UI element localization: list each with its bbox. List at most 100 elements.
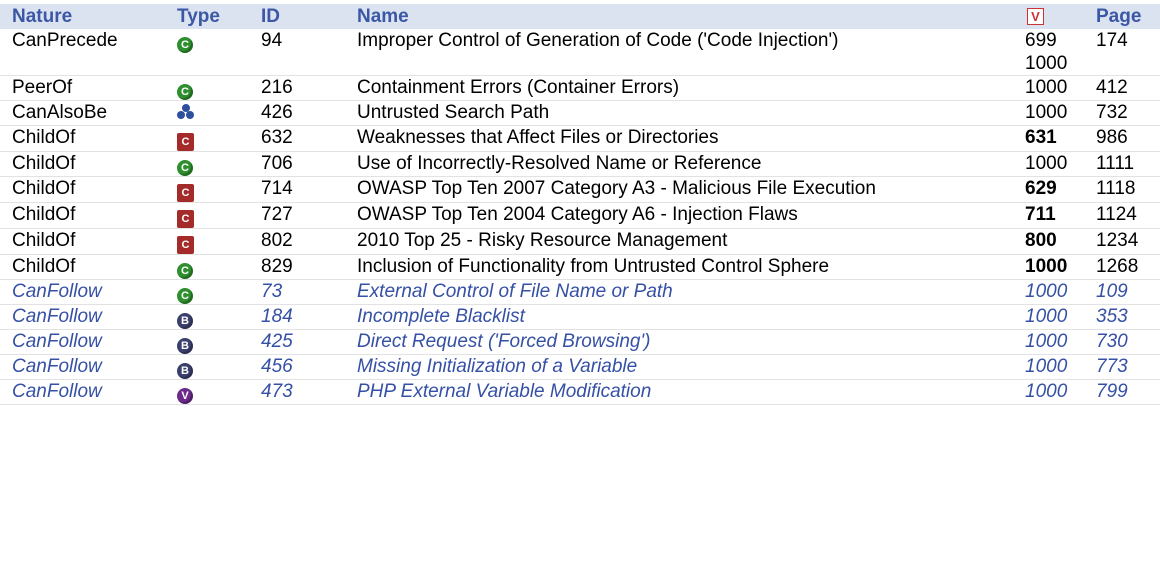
relationship-type: C — [165, 75, 249, 101]
relationship-type — [165, 100, 249, 126]
category-circle-icon: C — [177, 288, 193, 304]
cwe-id-link[interactable]: 706 — [249, 151, 345, 177]
cwe-id-link[interactable]: 184 — [249, 304, 345, 330]
cwe-id-link[interactable]: 802 — [249, 228, 345, 255]
cwe-id-link[interactable]: 425 — [249, 329, 345, 355]
view-id: 1000 — [1025, 153, 1068, 174]
view-ids: 1000 — [1013, 151, 1084, 177]
relationship-nature: ChildOf — [0, 202, 165, 229]
cwe-id-link[interactable]: 727 — [249, 202, 345, 229]
cwe-id-link[interactable]: 73 — [249, 279, 345, 305]
table-row: CanFollow B 184 Incomplete Blacklist 1000 353 — [0, 304, 1160, 330]
page-number: 174 — [1084, 29, 1160, 76]
view-id: 1000 — [1025, 256, 1068, 277]
view-ids: 800 — [1013, 228, 1084, 255]
page-number: 1124 — [1084, 202, 1160, 229]
cwe-id-link[interactable]: 456 — [249, 354, 345, 380]
page-number: 773 — [1084, 354, 1160, 380]
view-ids: 1000 — [1013, 254, 1084, 280]
base-circle-icon: B — [177, 363, 193, 379]
base-circle-icon: B — [177, 338, 193, 354]
view-ids: 1000 — [1013, 279, 1084, 305]
page-number: 799 — [1084, 379, 1160, 405]
header-page: Page — [1084, 4, 1160, 29]
table-row: CanFollow C 73 External Control of File Nam… — [0, 279, 1160, 305]
header-view: V — [1013, 4, 1084, 29]
view-id: 699 — [1025, 30, 1057, 51]
category-circle-icon: C — [177, 263, 193, 279]
view-icon: V — [1027, 8, 1044, 26]
header-nature: Nature — [0, 4, 165, 29]
view-ids: 1000 — [1013, 354, 1084, 380]
view-id: 1000 — [1025, 53, 1068, 74]
page-number: 1234 — [1084, 228, 1160, 255]
table-row: CanFollow B 456 Missing Initialization of a… — [0, 354, 1160, 380]
view-id: 711 — [1025, 204, 1056, 225]
relationship-nature: ChildOf — [0, 125, 165, 152]
view-id: 1000 — [1025, 331, 1068, 352]
cwe-id-link[interactable]: 714 — [249, 176, 345, 203]
cwe-name-link[interactable]: External Control of File Name or Path — [345, 279, 1013, 305]
header-type: Type — [165, 4, 249, 29]
cwe-name-link[interactable]: Containment Errors (Container Errors) — [345, 75, 1013, 101]
page-number: 986 — [1084, 125, 1160, 152]
view-id: 631 — [1025, 127, 1057, 148]
relationship-type: B — [165, 329, 249, 355]
table-row: ChildOf C 829 Inclusion of Functionality fr… — [0, 254, 1160, 280]
category-circle-icon: C — [177, 37, 193, 53]
compound-icon — [177, 104, 195, 120]
view-id: 1000 — [1025, 102, 1068, 123]
page-number: 109 — [1084, 279, 1160, 305]
cwe-name-link[interactable]: OWASP Top Ten 2004 Category A6 - Injecti… — [345, 202, 1013, 229]
table-row: PeerOf C 216 Containment Errors (Container … — [0, 75, 1160, 101]
relationship-nature: CanFollow — [0, 304, 165, 330]
cwe-id-link[interactable]: 473 — [249, 379, 345, 405]
relationships-table: Nature Type ID Name V Page CanPrecede C 94… — [0, 4, 1160, 405]
page-number: 732 — [1084, 100, 1160, 126]
cwe-name-link[interactable]: OWASP Top Ten 2007 Category A3 - Malicio… — [345, 176, 1013, 203]
cwe-name-link[interactable]: Direct Request ('Forced Browsing') — [345, 329, 1013, 355]
view-id: 1000 — [1025, 281, 1068, 302]
cwe-name-link[interactable]: Incomplete Blacklist — [345, 304, 1013, 330]
cwe-id-link[interactable]: 829 — [249, 254, 345, 280]
cwe-name-link[interactable]: Improper Control of Generation of Code (… — [345, 29, 1013, 76]
category-square-icon: C — [177, 210, 194, 228]
cwe-id-link[interactable]: 216 — [249, 75, 345, 101]
table-row: CanPrecede C 94 Improper Control of Generat… — [0, 29, 1160, 76]
cwe-name-link[interactable]: Weaknesses that Affect Files or Director… — [345, 125, 1013, 152]
relationship-type: C — [165, 279, 249, 305]
base-circle-icon: B — [177, 313, 193, 329]
cwe-id-link[interactable]: 426 — [249, 100, 345, 126]
relationship-type: C — [165, 228, 249, 255]
cwe-id-link[interactable]: 632 — [249, 125, 345, 152]
relationship-nature: ChildOf — [0, 228, 165, 255]
relationship-nature: CanAlsoBe — [0, 100, 165, 126]
relationship-nature: CanFollow — [0, 279, 165, 305]
cwe-id-link[interactable]: 94 — [249, 29, 345, 76]
view-ids: 1000 — [1013, 329, 1084, 355]
page-number: 353 — [1084, 304, 1160, 330]
page-number: 730 — [1084, 329, 1160, 355]
relationship-nature: CanFollow — [0, 329, 165, 355]
cwe-name-link[interactable]: Inclusion of Functionality from Untruste… — [345, 254, 1013, 280]
table-row: ChildOf C 727 OWASP Top Ten 2004 Category A… — [0, 202, 1160, 229]
cwe-name-link[interactable]: PHP External Variable Modification — [345, 379, 1013, 405]
variant-circle-icon: V — [177, 388, 193, 404]
cwe-name-link[interactable]: 2010 Top 25 - Risky Resource Management — [345, 228, 1013, 255]
view-id: 1000 — [1025, 356, 1068, 377]
view-ids: 711 — [1013, 202, 1084, 229]
table-row: CanAlsoBe 426 Untrusted Search Path 1000 732 — [0, 100, 1160, 126]
relationship-type: C — [165, 151, 249, 177]
table-row: CanFollow B 425 Direct Request ('Forced Bro… — [0, 329, 1160, 355]
relationship-type: C — [165, 29, 249, 76]
view-ids: 1000 — [1013, 75, 1084, 101]
cwe-name-link[interactable]: Use of Incorrectly-Resolved Name or Refe… — [345, 151, 1013, 177]
view-id: 1000 — [1025, 306, 1068, 327]
header-id: ID — [249, 4, 345, 29]
header-name: Name — [345, 4, 1013, 29]
cwe-name-link[interactable]: Untrusted Search Path — [345, 100, 1013, 126]
cwe-name-link[interactable]: Missing Initialization of a Variable — [345, 354, 1013, 380]
relationship-nature: CanPrecede — [0, 29, 165, 76]
view-id: 629 — [1025, 178, 1057, 199]
view-ids: 629 — [1013, 176, 1084, 203]
